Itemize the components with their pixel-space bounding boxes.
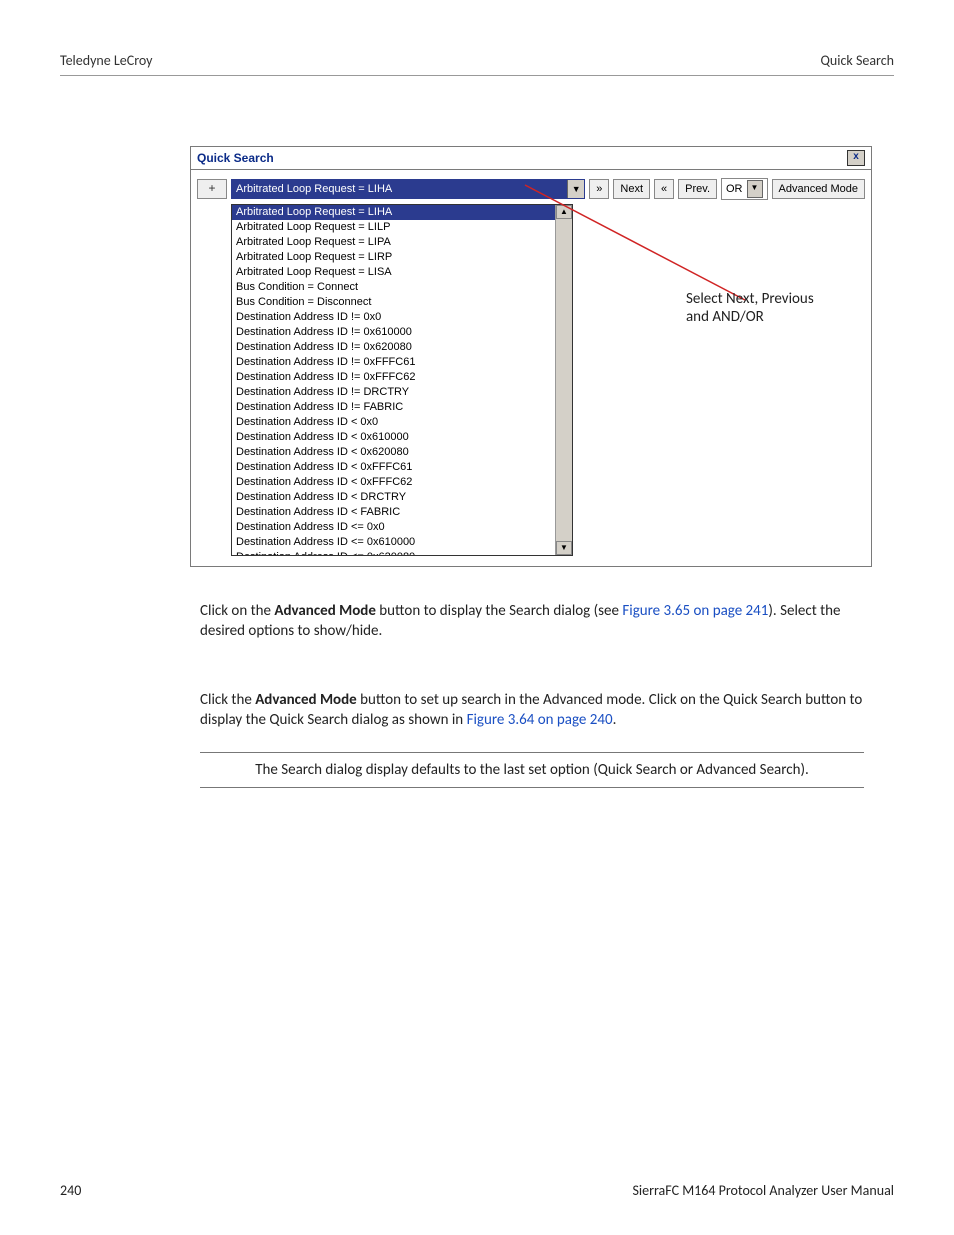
criteria-list-item[interactable]: Arbitrated Loop Request = LIPA [232, 235, 572, 250]
criteria-list-item[interactable]: Destination Address ID < 0xFFFC61 [232, 460, 572, 475]
add-criteria-button[interactable]: + [197, 179, 227, 199]
criteria-list-item[interactable]: Arbitrated Loop Request = LIHA [232, 205, 572, 220]
annotation-line1: Select Next, Previous [686, 290, 814, 308]
quick-search-title: Quick Search [197, 151, 274, 165]
logic-operator-select[interactable]: OR ▼ [721, 178, 768, 200]
criteria-list-item[interactable]: Destination Address ID < 0x610000 [232, 430, 572, 445]
advanced-mode-label-2: Advanced Mode [255, 691, 357, 709]
prev-glyph-button[interactable]: « [654, 179, 674, 199]
header-left: Teledyne LeCroy [60, 52, 153, 69]
logic-operator-label: OR [726, 183, 743, 195]
criteria-list-item[interactable]: Destination Address ID < 0x0 [232, 415, 572, 430]
criteria-list-item[interactable]: Destination Address ID != FABRIC [232, 400, 572, 415]
criteria-list-item[interactable]: Destination Address ID != 0x620080 [232, 340, 572, 355]
manual-title: SierraFC M164 Protocol Analyzer User Man… [632, 1182, 894, 1199]
criteria-list-item[interactable]: Destination Address ID != 0x0 [232, 310, 572, 325]
advanced-mode-button[interactable]: Advanced Mode [772, 179, 866, 199]
paragraph-advanced-mode-dialog: Click on the Advanced Mode button to dis… [200, 601, 864, 642]
quick-search-titlebar: Quick Search x [191, 147, 871, 170]
criteria-list-item[interactable]: Destination Address ID != DRCTRY [232, 385, 572, 400]
criteria-list-item[interactable]: Arbitrated Loop Request = LIRP [232, 250, 572, 265]
annotation-line2: and AND/OR [686, 308, 814, 326]
quick-search-toolbar: + Arbitrated Loop Request = LIHA ▼ » Nex… [191, 170, 871, 204]
criteria-list-item[interactable]: Destination Address ID <= 0x620080 [232, 550, 572, 556]
next-glyph-button[interactable]: » [589, 179, 609, 199]
scroll-down-icon[interactable]: ▼ [556, 541, 572, 555]
criteria-list-item[interactable]: Bus Condition = Disconnect [232, 295, 572, 310]
quick-search-figure: Quick Search x + Arbitrated Loop Request… [190, 146, 894, 567]
criteria-list-item[interactable]: Destination Address ID <= 0x0 [232, 520, 572, 535]
criteria-combobox[interactable]: Arbitrated Loop Request = LIHA ▼ [231, 179, 585, 199]
criteria-list-item[interactable]: Destination Address ID != 0xFFFC61 [232, 355, 572, 370]
annotation-text: Select Next, Previous and AND/OR [686, 290, 814, 326]
close-icon[interactable]: x [847, 150, 865, 166]
criteria-list-item[interactable]: Bus Condition = Connect [232, 280, 572, 295]
note-box: The Search dialog display defaults to th… [200, 752, 864, 788]
criteria-dropdown-list-wrap: Arbitrated Loop Request = LIHAArbitrated… [231, 204, 865, 556]
criteria-dropdown-list[interactable]: Arbitrated Loop Request = LIHAArbitrated… [231, 204, 573, 556]
criteria-list-item[interactable]: Destination Address ID < 0xFFFC62 [232, 475, 572, 490]
quick-search-window: Quick Search x + Arbitrated Loop Request… [190, 146, 872, 567]
criteria-list-item[interactable]: Destination Address ID < DRCTRY [232, 490, 572, 505]
figure-364-link[interactable]: Figure 3.64 on page 240 [467, 711, 613, 729]
criteria-list-item[interactable]: Destination Address ID != 0x610000 [232, 325, 572, 340]
criteria-selected-text: Arbitrated Loop Request = LIHA [232, 183, 567, 195]
criteria-list-item[interactable]: Destination Address ID != 0xFFFC62 [232, 370, 572, 385]
header-right: Quick Search [821, 52, 895, 69]
scroll-up-icon[interactable]: ▲ [556, 205, 572, 219]
list-scrollbar[interactable]: ▲ ▼ [555, 205, 572, 555]
paragraph-advanced-mode-setup: Click the Advanced Mode button to set up… [200, 690, 864, 731]
page-number: 240 [60, 1182, 81, 1199]
prev-button[interactable]: Prev. [678, 179, 717, 199]
logic-operator-dropdown-icon[interactable]: ▼ [747, 180, 763, 198]
criteria-list-item[interactable]: Destination Address ID <= 0x610000 [232, 535, 572, 550]
criteria-list-item[interactable]: Arbitrated Loop Request = LISA [232, 265, 572, 280]
criteria-list-item[interactable]: Destination Address ID < 0x620080 [232, 445, 572, 460]
figure-365-link[interactable]: Figure 3.65 on page 241 [622, 602, 768, 620]
criteria-list-item[interactable]: Destination Address ID < FABRIC [232, 505, 572, 520]
note-text: The Search dialog display defaults to th… [255, 761, 809, 779]
next-button[interactable]: Next [613, 179, 650, 199]
criteria-list-item[interactable]: Arbitrated Loop Request = LILP [232, 220, 572, 235]
combo-dropdown-icon[interactable]: ▼ [567, 180, 584, 198]
advanced-mode-label: Advanced Mode [274, 602, 376, 620]
